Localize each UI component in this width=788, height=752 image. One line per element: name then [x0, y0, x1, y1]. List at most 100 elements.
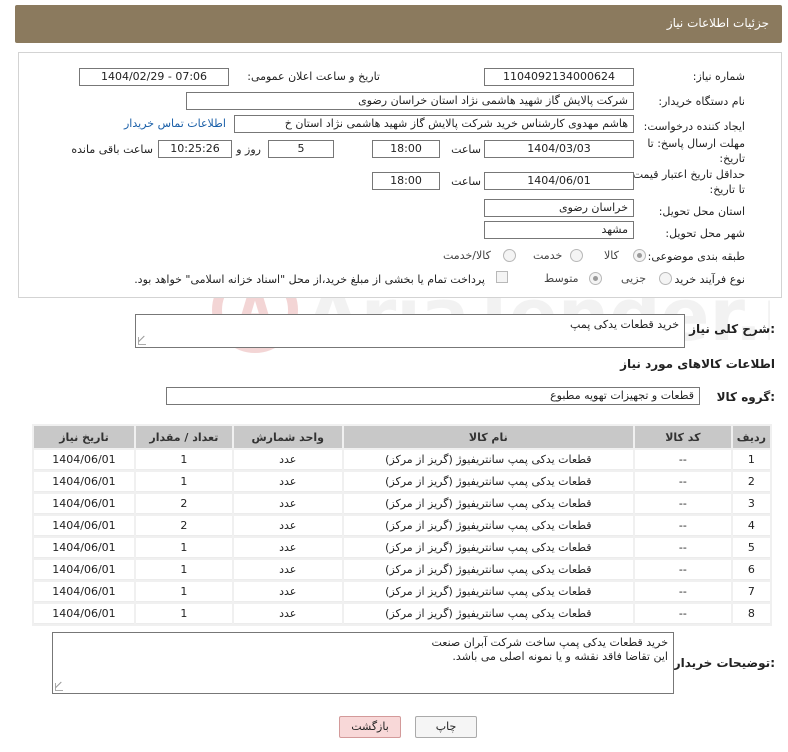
price-validity-label-2: تا تاریخ: — [709, 183, 745, 196]
cell-code: -- — [634, 494, 731, 514]
creator-field: هاشم مهدوی کارشناس خرید شرکت پالایش گاز … — [234, 115, 634, 133]
description-label: شرح کلی نیاز: — [689, 322, 775, 336]
table-row: 4 -- قطعات یدکی پمپ سانتریفیوژ (گریز از مر… — [34, 516, 770, 536]
table-row: 3 -- قطعات یدکی پمپ سانتریفیوژ (گریز از مر… — [34, 494, 770, 514]
print-button[interactable]: چاپ — [415, 716, 477, 738]
remaining-time-label: ساعت باقی مانده — [71, 143, 153, 156]
price-time-field: 18:00 — [372, 172, 440, 190]
table-row: 7 -- قطعات یدکی پمپ سانتریفیوژ (گریز از مر… — [34, 582, 770, 602]
buyer-notes-line-1: خرید قطعات یدکی پمپ ساخت شرکت آبران صنعت — [431, 636, 668, 649]
process-medium-radio[interactable] — [589, 272, 602, 285]
announce-date-field: 1404/02/29 - 07:06 — [79, 68, 229, 86]
delivery-city-field: مشهد — [484, 221, 634, 239]
table-row: 1 -- قطعات یدکی پمپ سانتریفیوژ (گریز از مر… — [34, 450, 770, 470]
cell-code: -- — [634, 538, 731, 558]
page-header: جزئیات اطلاعات نیاز — [15, 5, 782, 43]
category-service-radio[interactable] — [570, 249, 583, 262]
cell-date: 1404/06/01 — [34, 582, 134, 602]
goods-group-label: گروه کالا: — [716, 390, 775, 404]
table-row: 2 -- قطعات یدکی پمپ سانتریفیوژ (گریز از مر… — [34, 472, 770, 492]
category-goods-service-radio[interactable] — [503, 249, 516, 262]
cell-quantity: 1 — [135, 450, 232, 470]
reply-time-field: 18:00 — [372, 140, 440, 158]
col-header-code: کد کالا — [634, 426, 731, 448]
cell-quantity: 2 — [135, 494, 232, 514]
delivery-province-label: استان محل تحویل: — [658, 205, 745, 218]
cell-row-number: 6 — [732, 560, 770, 580]
cell-row-number: 7 — [732, 582, 770, 602]
cell-quantity: 1 — [135, 604, 232, 624]
table-row: 6 -- قطعات یدکی پمپ سانتریفیوژ (گریز از مر… — [34, 560, 770, 580]
buyer-contact-link[interactable]: اطلاعات تماس خریدار — [124, 117, 226, 130]
goods-table: ردیف کد کالا نام کالا واحد شمارش تعداد /… — [32, 424, 772, 626]
announce-date-label: تاریخ و ساعت اعلان عمومی: — [247, 70, 380, 83]
col-header-date: تاریخ نیاز — [34, 426, 134, 448]
description-textarea[interactable]: خرید قطعات یدکی پمپ — [135, 314, 685, 348]
cell-quantity: 1 — [135, 472, 232, 492]
cell-date: 1404/06/01 — [34, 494, 134, 514]
cell-date: 1404/06/01 — [34, 560, 134, 580]
cell-code: -- — [634, 450, 731, 470]
cell-quantity: 1 — [135, 582, 232, 602]
process-type-label: نوع فرآیند خرید : — [667, 273, 745, 286]
category-goods-label: کالا — [604, 249, 619, 262]
back-button[interactable]: بازگشت — [339, 716, 401, 738]
col-header-quantity: تعداد / مقدار — [135, 426, 232, 448]
cell-unit: عدد — [233, 472, 342, 492]
treasury-payment-checkbox[interactable] — [496, 271, 508, 283]
need-number-label: شماره نیاز: — [692, 70, 745, 83]
table-row: 5 -- قطعات یدکی پمپ سانتریفیوژ (گریز از مر… — [34, 538, 770, 558]
buyer-notes-line-2: این تقاضا فاقد نقشه و یا نمونه اصلی می ب… — [452, 650, 668, 663]
table-row: 8 -- قطعات یدکی پمپ سانتریفیوژ (گریز از مر… — [34, 604, 770, 624]
resize-handle-icon[interactable] — [138, 337, 146, 345]
cell-name: قطعات یدکی پمپ سانتریفیوژ (گریز از مرکز) — [343, 604, 633, 624]
price-date-field: 1404/06/01 — [484, 172, 634, 190]
days-label: روز و — [236, 143, 261, 156]
cell-name: قطعات یدکی پمپ سانتریفیوژ (گریز از مرکز) — [343, 516, 633, 536]
col-header-row-number: ردیف — [732, 426, 770, 448]
cell-row-number: 2 — [732, 472, 770, 492]
cell-date: 1404/06/01 — [34, 516, 134, 536]
process-medium-label: متوسط — [544, 272, 579, 285]
cell-code: -- — [634, 516, 731, 536]
page-title: جزئیات اطلاعات نیاز — [666, 16, 769, 30]
treasury-payment-note: پرداخت تمام یا بخشی از مبلغ خرید،از محل … — [134, 273, 485, 286]
reply-date-field: 1404/03/03 — [484, 140, 634, 158]
cell-quantity: 2 — [135, 516, 232, 536]
category-service-label: خدمت — [533, 249, 563, 262]
buyer-org-field: شرکت پالایش گاز شهید هاشمی نژاد استان خر… — [186, 92, 634, 110]
buyer-notes-textarea[interactable]: خرید قطعات یدکی پمپ ساخت شرکت آبران صنعت… — [52, 632, 674, 694]
delivery-city-label: شهر محل تحویل: — [665, 227, 745, 240]
cell-date: 1404/06/01 — [34, 604, 134, 624]
cell-row-number: 8 — [732, 604, 770, 624]
cell-unit: عدد — [233, 516, 342, 536]
price-time-label: ساعت — [451, 175, 481, 188]
cell-name: قطعات یدکی پمپ سانتریفیوژ (گریز از مرکز) — [343, 560, 633, 580]
category-goods-radio[interactable] — [633, 249, 646, 262]
cell-unit: عدد — [233, 494, 342, 514]
creator-label: ایجاد کننده درخواست: — [643, 120, 745, 133]
cell-quantity: 1 — [135, 538, 232, 558]
col-header-unit: واحد شمارش — [233, 426, 342, 448]
cell-quantity: 1 — [135, 560, 232, 580]
reply-time-label: ساعت — [451, 143, 481, 156]
process-minor-radio[interactable] — [659, 272, 672, 285]
cell-code: -- — [634, 604, 731, 624]
cell-unit: عدد — [233, 450, 342, 470]
category-label: طبقه بندی موضوعی: — [647, 250, 745, 263]
resize-handle-icon[interactable] — [55, 683, 63, 691]
goods-group-field: قطعات و تجهیزات تهویه مطبوع — [166, 387, 700, 405]
cell-code: -- — [634, 582, 731, 602]
cell-date: 1404/06/01 — [34, 450, 134, 470]
cell-name: قطعات یدکی پمپ سانتریفیوژ (گریز از مرکز) — [343, 538, 633, 558]
cell-code: -- — [634, 472, 731, 492]
delivery-province-field: خراسان رضوی — [484, 199, 634, 217]
process-minor-label: جزیی — [621, 272, 647, 285]
cell-row-number: 1 — [732, 450, 770, 470]
col-header-name: نام کالا — [343, 426, 633, 448]
cell-unit: عدد — [233, 604, 342, 624]
cell-date: 1404/06/01 — [34, 538, 134, 558]
cell-code: -- — [634, 560, 731, 580]
cell-row-number: 4 — [732, 516, 770, 536]
goods-section-title: اطلاعات کالاهای مورد نیاز — [620, 357, 775, 371]
